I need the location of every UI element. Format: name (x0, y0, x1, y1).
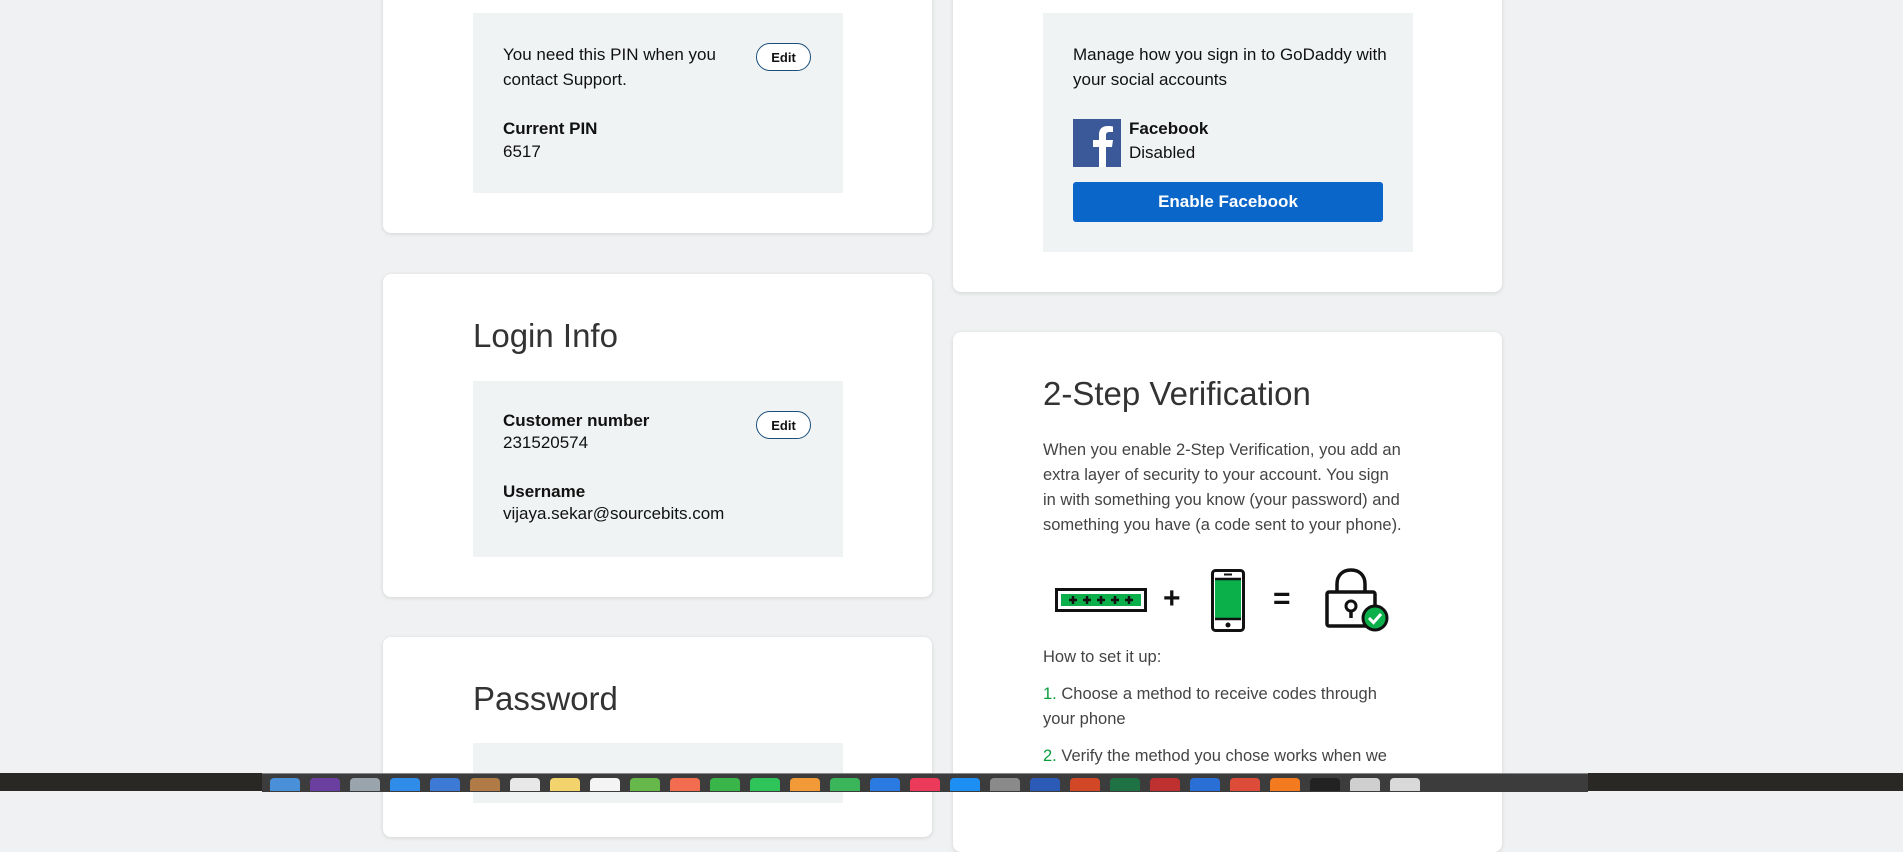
facebook-logo-icon (1073, 119, 1121, 167)
edit-pin-button[interactable]: Edit (756, 43, 811, 71)
edit-login-info-button[interactable]: Edit (756, 411, 811, 439)
plus-sign: + (1163, 582, 1181, 615)
launchpad-icon[interactable] (350, 778, 380, 791)
enable-facebook-button[interactable]: Enable Facebook (1073, 182, 1383, 222)
safari-icon[interactable] (390, 778, 420, 791)
word-icon[interactable] (1030, 778, 1060, 791)
contacts-icon[interactable] (470, 778, 500, 791)
how-to-set-up-label: How to set it up: (1043, 648, 1162, 666)
finder-icon[interactable] (270, 778, 300, 791)
setup-step-1-text: Choose a method to receive codes through… (1043, 685, 1377, 728)
phone-icon (1211, 569, 1245, 632)
password-field-icon (1055, 588, 1147, 612)
facebook-provider-name: Facebook (1129, 119, 1209, 138)
current-pin-label: Current PIN (503, 119, 598, 138)
numbers-icon[interactable] (830, 778, 860, 791)
firefox-icon[interactable] (1270, 778, 1300, 791)
two-step-title: 2-Step Verification (1043, 375, 1311, 412)
calendar-icon[interactable] (510, 778, 540, 791)
secure-lock-icon (1323, 568, 1391, 632)
appstore-icon[interactable] (950, 778, 980, 791)
current-pin-value: 6517 (503, 142, 541, 161)
xcode-icon[interactable] (1190, 778, 1220, 791)
social-description: Manage how you sign in to GoDaddy with y… (1073, 45, 1387, 89)
facetime-icon[interactable] (750, 778, 780, 791)
filezilla-icon[interactable] (1150, 778, 1180, 791)
setup-step-1: 1. Choose a method to receive codes thro… (1043, 682, 1413, 732)
username-value: vijaya.sekar@sourcebits.com (503, 504, 725, 523)
preferences-icon[interactable] (990, 778, 1020, 791)
equals-sign: = (1273, 582, 1291, 615)
itunes-icon[interactable] (910, 778, 940, 791)
pin-description: You need this PIN when you contact Suppo… (503, 45, 716, 89)
mail-icon[interactable] (430, 778, 460, 791)
setup-step-1-number: 1. (1043, 685, 1057, 703)
setup-step-2: 2. Verify the method you chose works whe… (1043, 744, 1413, 769)
powerpoint-icon[interactable] (1070, 778, 1100, 791)
messages-icon[interactable] (710, 778, 740, 791)
keynote-icon[interactable] (870, 778, 900, 791)
setup-step-2-number: 2. (1043, 747, 1057, 765)
trash-icon[interactable] (1390, 778, 1420, 791)
setup-step-2-text: Verify the method you chose works when w… (1061, 747, 1387, 765)
notes-icon[interactable] (550, 778, 580, 791)
password-title: Password (473, 680, 618, 717)
support-pin-panel (473, 13, 843, 193)
customer-number-value: 231520574 (503, 433, 589, 452)
photos-icon[interactable] (670, 778, 700, 791)
facebook-provider-status: Disabled (1129, 143, 1196, 162)
login-info-title: Login Info (473, 317, 618, 354)
siri-icon[interactable] (310, 778, 340, 791)
excel-icon[interactable] (1110, 778, 1140, 791)
reminders-icon[interactable] (590, 778, 620, 791)
chrome-icon[interactable] (1230, 778, 1260, 791)
pages-icon[interactable] (790, 778, 820, 791)
maps-icon[interactable] (630, 778, 660, 791)
downloads-icon[interactable] (1350, 778, 1380, 791)
password-card (383, 637, 932, 837)
two-step-description: When you enable 2-Step Verification, you… (1043, 441, 1402, 534)
terminal-icon[interactable] (1310, 778, 1340, 791)
